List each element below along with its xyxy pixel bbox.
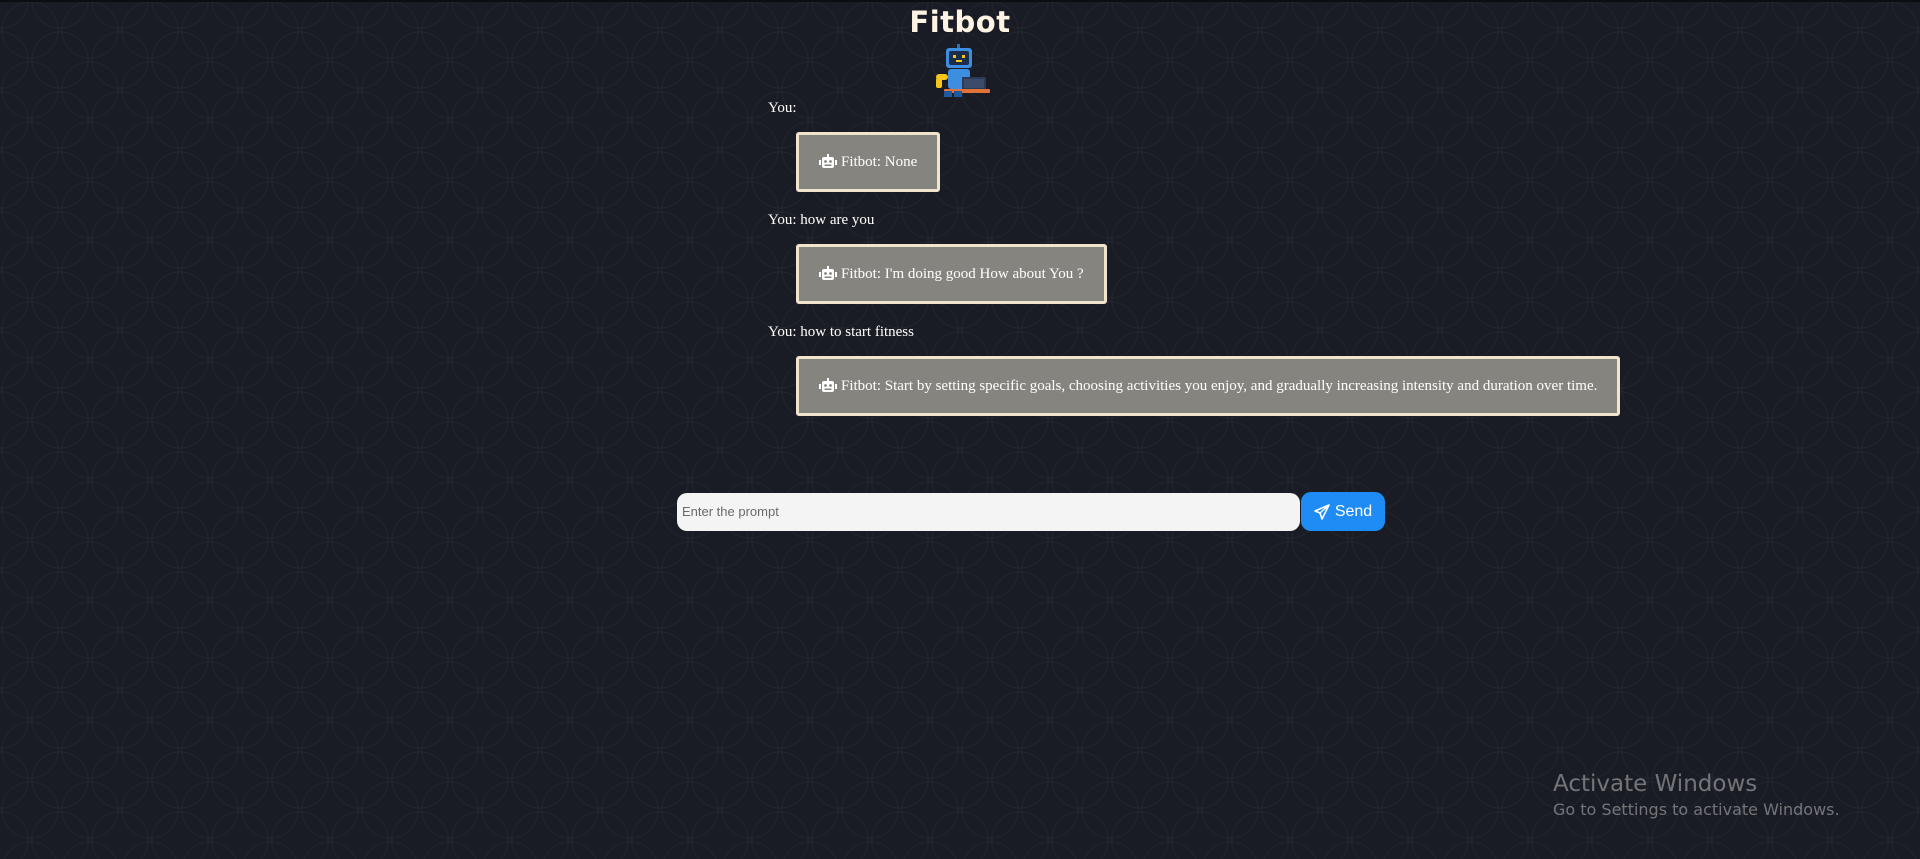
robot-with-laptop-icon [936, 44, 990, 97]
prompt-input[interactable] [677, 492, 1300, 531]
send-button-label: Send [1334, 502, 1373, 520]
user-message: You: how to start fitness [768, 324, 914, 340]
bot-message-bubble: Fitbot: None [796, 132, 941, 192]
watermark-subtitle: Go to Settings to activate Windows. [1553, 800, 1840, 819]
bot-message-text: Fitbot: I'm doing good How about You ? [841, 265, 1084, 282]
prompt-composer: Send [677, 492, 1385, 531]
bot-message-text: Fitbot: Start by setting specific goals,… [841, 377, 1598, 394]
chat-log: You: Fitbot: None You: how are you Fitbo… [768, 98, 1668, 434]
send-button[interactable]: Send [1301, 492, 1385, 531]
robot-icon [819, 266, 837, 280]
app-title: Fitbot [909, 5, 1011, 39]
bot-message-bubble: Fitbot: I'm doing good How about You ? [796, 244, 1107, 304]
watermark-title: Activate Windows [1553, 771, 1758, 797]
bot-message-text: Fitbot: None [841, 153, 918, 170]
user-message: You: [768, 100, 797, 116]
activate-windows-watermark: Activate Windows Go to Settings to activ… [1553, 769, 1840, 821]
user-message: You: how are you [768, 212, 875, 228]
app-header: Fitbot [0, 4, 1920, 100]
robot-icon [819, 154, 837, 168]
robot-icon [819, 378, 837, 392]
bot-message-bubble: Fitbot: Start by setting specific goals,… [796, 356, 1621, 416]
paper-plane-icon [1314, 503, 1330, 520]
